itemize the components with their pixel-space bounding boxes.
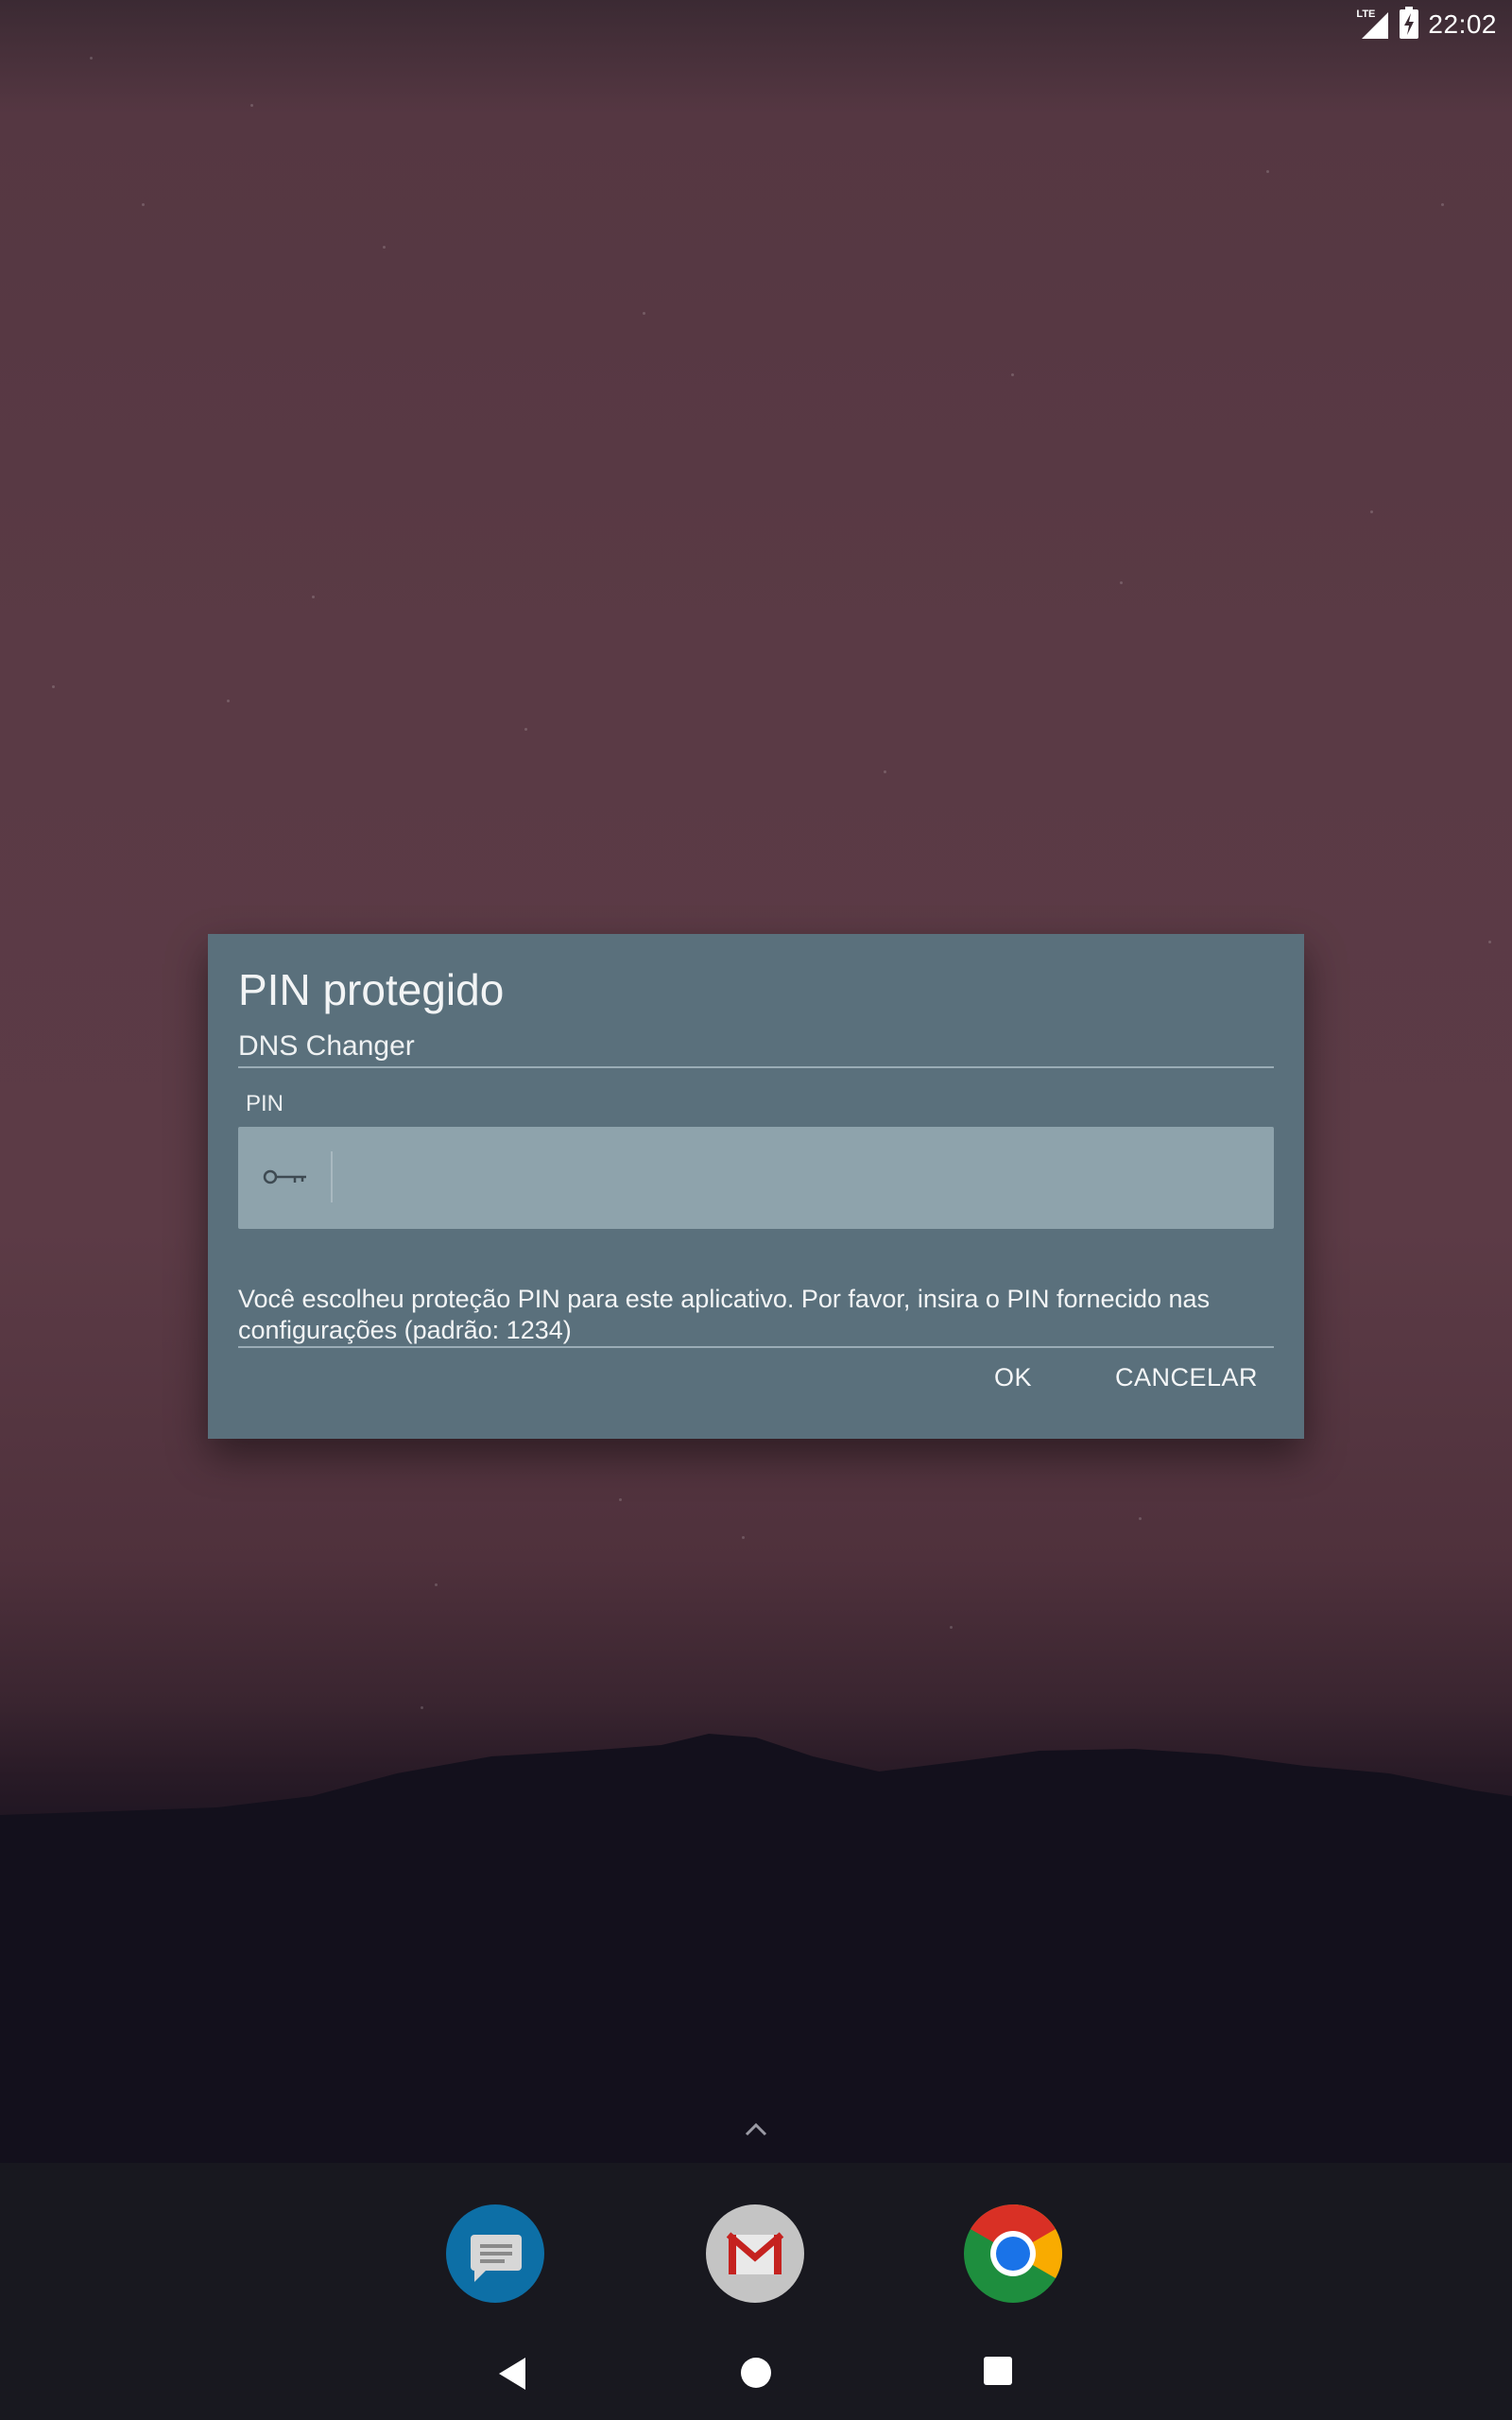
- dialog-subtitle: DNS Changer: [238, 1030, 415, 1062]
- battery-charging-icon: [1400, 6, 1419, 43]
- pin-input[interactable]: [238, 1127, 1274, 1229]
- status-bar: LTE 22:02: [0, 0, 1512, 49]
- lte-signal-icon: LTE: [1356, 9, 1390, 41]
- recents-icon[interactable]: [983, 2356, 1013, 2391]
- mountain-silhouette: [0, 1734, 1512, 2165]
- gmail-app-icon[interactable]: [706, 2204, 804, 2303]
- messages-app-icon[interactable]: [446, 2204, 544, 2303]
- divider: [238, 1346, 1274, 1348]
- dock: [0, 2163, 1512, 2420]
- dialog-title: PIN protegido: [238, 965, 505, 1014]
- app-drawer-arrow-icon[interactable]: [743, 2118, 769, 2140]
- clock: 22:02: [1428, 9, 1497, 39]
- home-icon[interactable]: [739, 2356, 773, 2394]
- divider: [238, 1066, 1274, 1068]
- pin-label: PIN: [246, 1091, 284, 1116]
- key-icon: [263, 1165, 308, 1189]
- navigation-bar: [0, 2333, 1512, 2420]
- pin-dialog: PIN protegido DNS Changer PIN Você escol…: [208, 934, 1304, 1439]
- ok-button[interactable]: OK: [994, 1363, 1032, 1392]
- cancel-button[interactable]: CANCELAR: [1115, 1363, 1258, 1392]
- back-icon[interactable]: [497, 2356, 529, 2396]
- text-cursor: [331, 1151, 333, 1202]
- chrome-app-icon[interactable]: [964, 2204, 1062, 2303]
- dialog-message: Você escolheu proteção PIN para este apl…: [238, 1285, 1211, 1344]
